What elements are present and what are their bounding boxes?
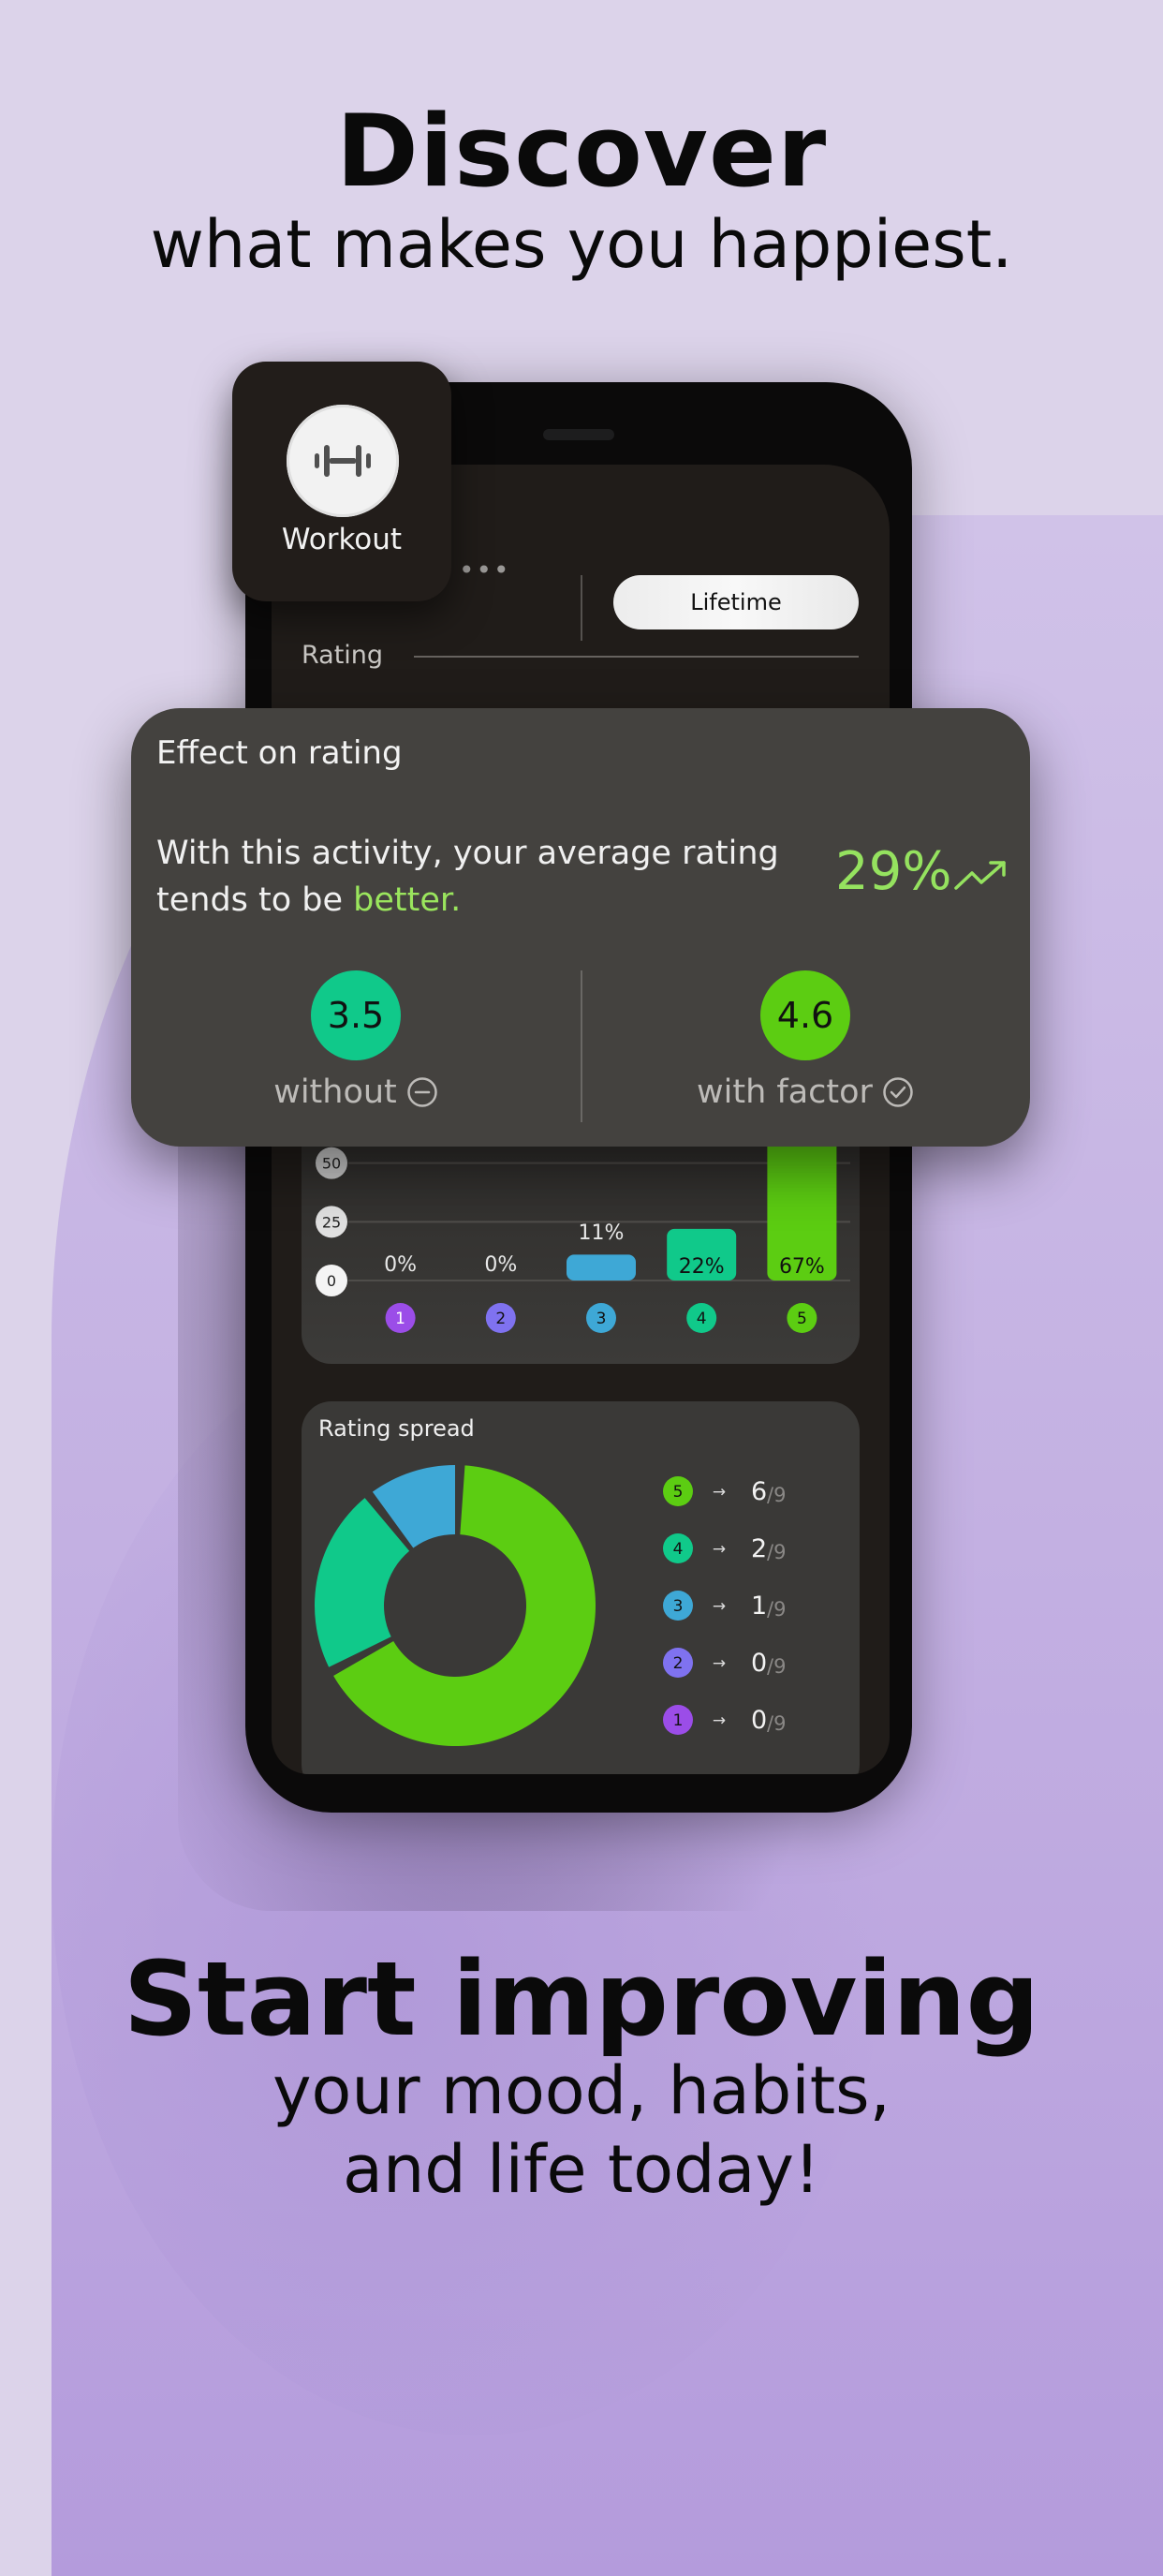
footer-line-2: and life today! — [343, 2131, 820, 2208]
footer-line-1: your mood, habits, — [272, 2052, 891, 2129]
legend-arrow: → — [713, 1540, 726, 1559]
effect-highlight: better. — [353, 881, 462, 919]
with-factor-score: 4.6 — [760, 970, 850, 1060]
activity-icon-badge — [287, 405, 399, 517]
divider — [581, 575, 582, 641]
with-factor-label-row: with factor — [581, 1073, 1030, 1111]
trending-up-icon — [954, 861, 1006, 890]
legend-count: 6 — [751, 1477, 767, 1506]
effect-title: Effect on rating — [156, 734, 403, 772]
legend-total: /9 — [767, 1484, 786, 1506]
without-label: without — [273, 1073, 397, 1111]
bar — [567, 1254, 636, 1281]
donut-slice — [315, 1498, 410, 1667]
check-circle-icon — [883, 1077, 913, 1107]
with-factor-label: with factor — [697, 1073, 873, 1111]
effect-on-rating-card: Effect on rating With this activity, you… — [131, 708, 1030, 1147]
y-tick-label: 25 — [322, 1213, 341, 1231]
effect-change-percent: 29% — [835, 841, 952, 902]
bar-value-label: 67% — [779, 1255, 825, 1279]
legend-rating: 1 — [673, 1711, 684, 1730]
activity-name: Workout — [281, 523, 403, 556]
legend-count: 0 — [751, 1706, 767, 1735]
headline-subtitle: what makes you happiest. — [150, 206, 1013, 283]
legend-arrow: → — [713, 1597, 726, 1616]
legend-total: /9 — [767, 1655, 786, 1678]
x-category-label: 5 — [797, 1310, 807, 1328]
footer-subtitle: your mood, habits, and life today! — [0, 2051, 1163, 2209]
without-score-group: 3.5 without — [131, 970, 581, 1120]
legend-rating: 2 — [673, 1654, 684, 1673]
legend-total: /9 — [767, 1598, 786, 1621]
effect-description-text: With this activity, your average rating … — [156, 835, 779, 919]
bar-value-label: 0% — [384, 1253, 417, 1277]
donut-chart: 5 → 6/94 → 2/93 → 1/92 → 0/91 → 0/9 — [315, 1465, 786, 1746]
without-label-row: without — [131, 1073, 581, 1111]
without-score: 3.5 — [311, 970, 401, 1060]
y-tick-label: 50 — [322, 1155, 341, 1173]
legend-count: 2 — [751, 1534, 767, 1563]
bar-value-label: 0% — [484, 1253, 517, 1277]
period-selector-button[interactable]: Lifetime — [613, 575, 859, 629]
legend-rating: 3 — [673, 1597, 684, 1616]
legend-total: /9 — [767, 1541, 786, 1563]
rating-spread-title: Rating spread — [318, 1415, 475, 1442]
x-category-label: 4 — [697, 1310, 707, 1328]
legend-count: 0 — [751, 1649, 767, 1678]
legend-arrow: → — [713, 1654, 726, 1673]
rating-section-label: Rating — [302, 641, 384, 670]
legend-arrow: → — [713, 1711, 726, 1730]
rating-spread-card: Rating spread 5 → 6/9 4 → 2/9 3 → 1/9 2 → 0/9 1 → 0/9 — [302, 1401, 860, 1774]
bar-value-label: 22% — [679, 1255, 725, 1279]
footer-title: Start improving — [123, 1939, 1040, 2059]
rating-section-divider — [414, 656, 859, 658]
minus-circle-icon — [407, 1077, 437, 1107]
with-factor-score-group: 4.6 with factor — [581, 970, 1030, 1120]
bar-value-label: 11% — [579, 1221, 625, 1245]
headline-title: Discover — [335, 94, 828, 209]
activity-card[interactable]: Workout — [232, 362, 451, 601]
y-tick-label: 0 — [327, 1272, 336, 1290]
phone-speaker — [543, 429, 614, 440]
more-dots-icon[interactable]: ••• — [459, 555, 511, 585]
legend-rating: 5 — [673, 1483, 684, 1502]
x-category-label: 3 — [596, 1310, 607, 1328]
legend-total: /9 — [767, 1712, 786, 1735]
x-category-label: 1 — [395, 1310, 405, 1328]
effect-description: With this activity, your average rating … — [156, 830, 812, 924]
legend-rating: 4 — [673, 1540, 684, 1559]
legend-arrow: → — [713, 1483, 726, 1502]
dumbbell-icon — [315, 445, 371, 477]
legend-count: 1 — [751, 1591, 767, 1621]
x-category-label: 2 — [495, 1310, 506, 1328]
